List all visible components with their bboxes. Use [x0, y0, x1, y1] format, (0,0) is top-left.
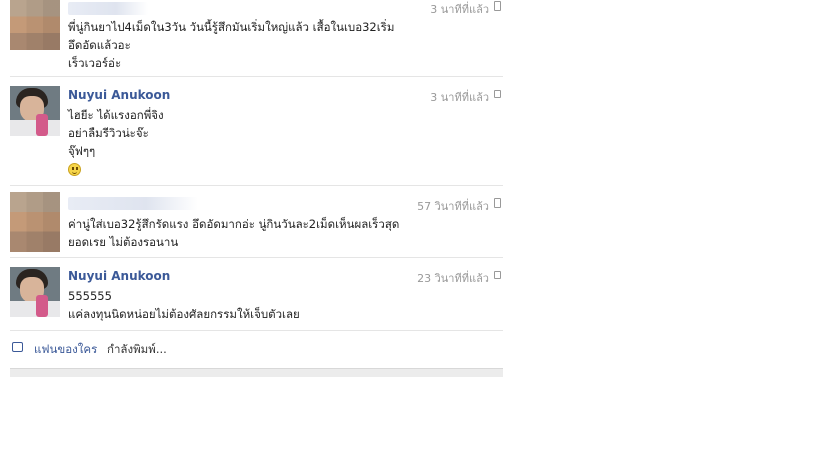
sender-name[interactable] [68, 197, 198, 210]
sender-name[interactable]: Nuyui Anukoon [68, 269, 170, 283]
message-time: 3 นาทีที่แล้ว [430, 91, 489, 104]
avatar[interactable] [10, 192, 60, 252]
message-line: พี่นู่กินยาไป4เม็ดใน3วัน วันนี้รู้สึกมัน… [68, 20, 395, 34]
chat-thread: 3 นาทีที่แล้ว พี่นู่กินยาไป4เม็ดใน3วัน ว… [10, 0, 503, 331]
chat-message: 57 วินาทีที่แล้ว ค่านู่ใส่เบอ32รู้สึกรัด… [10, 186, 503, 258]
avatar[interactable] [10, 267, 60, 317]
message-line: อึดอัดแล้วอะ [68, 38, 131, 52]
chat-message: 3 นาทีที่แล้ว พี่นู่กินยาไป4เม็ดใน3วัน ว… [10, 0, 503, 77]
smile-emoji-icon [68, 163, 81, 176]
chat-message: Nuyui Anukoon 23 วินาทีที่แล้ว 555555 แค… [10, 258, 503, 331]
avatar[interactable] [10, 86, 60, 136]
message-time: 3 นาทีที่แล้ว [430, 3, 489, 16]
chat-bubble-icon [494, 90, 501, 98]
message-line: ยอดเรย ไม่ต้องรอนาน [68, 235, 179, 249]
message-line: 555555 [68, 289, 112, 303]
message-text: 555555 แค่ลงทุนนิดหน่อยไม่ต้องศัลยกรรมให… [68, 287, 300, 323]
message-time: 57 วินาทีที่แล้ว [417, 200, 489, 213]
message-text: ไฮยีะ ได้แรงอกพี่จิง อย่าลืมรีวิวน่ะจ๊ะ … [68, 106, 164, 178]
message-line: อย่าลืมรีวิวน่ะจ๊ะ [68, 126, 149, 140]
message-text: ค่านู่ใส่เบอ32รู้สึกรัดแรง อึดอัดมากอ่ะ … [68, 215, 399, 251]
typing-user[interactable]: แฟนของใคร [34, 341, 97, 359]
chat-bubble-icon [494, 271, 501, 279]
chat-footer-bar [10, 368, 503, 377]
message-line: เร็วเวอร์อ่ะ [68, 56, 122, 70]
sender-name[interactable] [68, 2, 148, 15]
avatar[interactable] [10, 0, 60, 50]
chat-bubble-icon [12, 342, 23, 352]
message-line: ค่านู่ใส่เบอ32รู้สึกรัดแรง อึดอัดมากอ่ะ … [68, 217, 400, 231]
message-line: ไฮยีะ ได้แรงอกพี่จิง [68, 108, 164, 122]
chat-message: Nuyui Anukoon 3 นาทีที่แล้ว ไฮยีะ ได้แรง… [10, 77, 503, 186]
sender-name[interactable]: Nuyui Anukoon [68, 88, 170, 102]
message-time: 23 วินาทีที่แล้ว [417, 272, 489, 285]
message-text: พี่นู่กินยาไป4เม็ดใน3วัน วันนี้รู้สึกมัน… [68, 18, 394, 72]
mobile-icon [494, 198, 501, 208]
message-line: แค่ลงทุนนิดหน่อยไม่ต้องศัลยกรรมให้เจ็บตั… [68, 307, 300, 321]
message-line: จุ๊ฟๆๆ [68, 144, 96, 158]
mobile-icon [494, 1, 501, 11]
typing-status: กำลังพิมพ์... [107, 342, 167, 356]
